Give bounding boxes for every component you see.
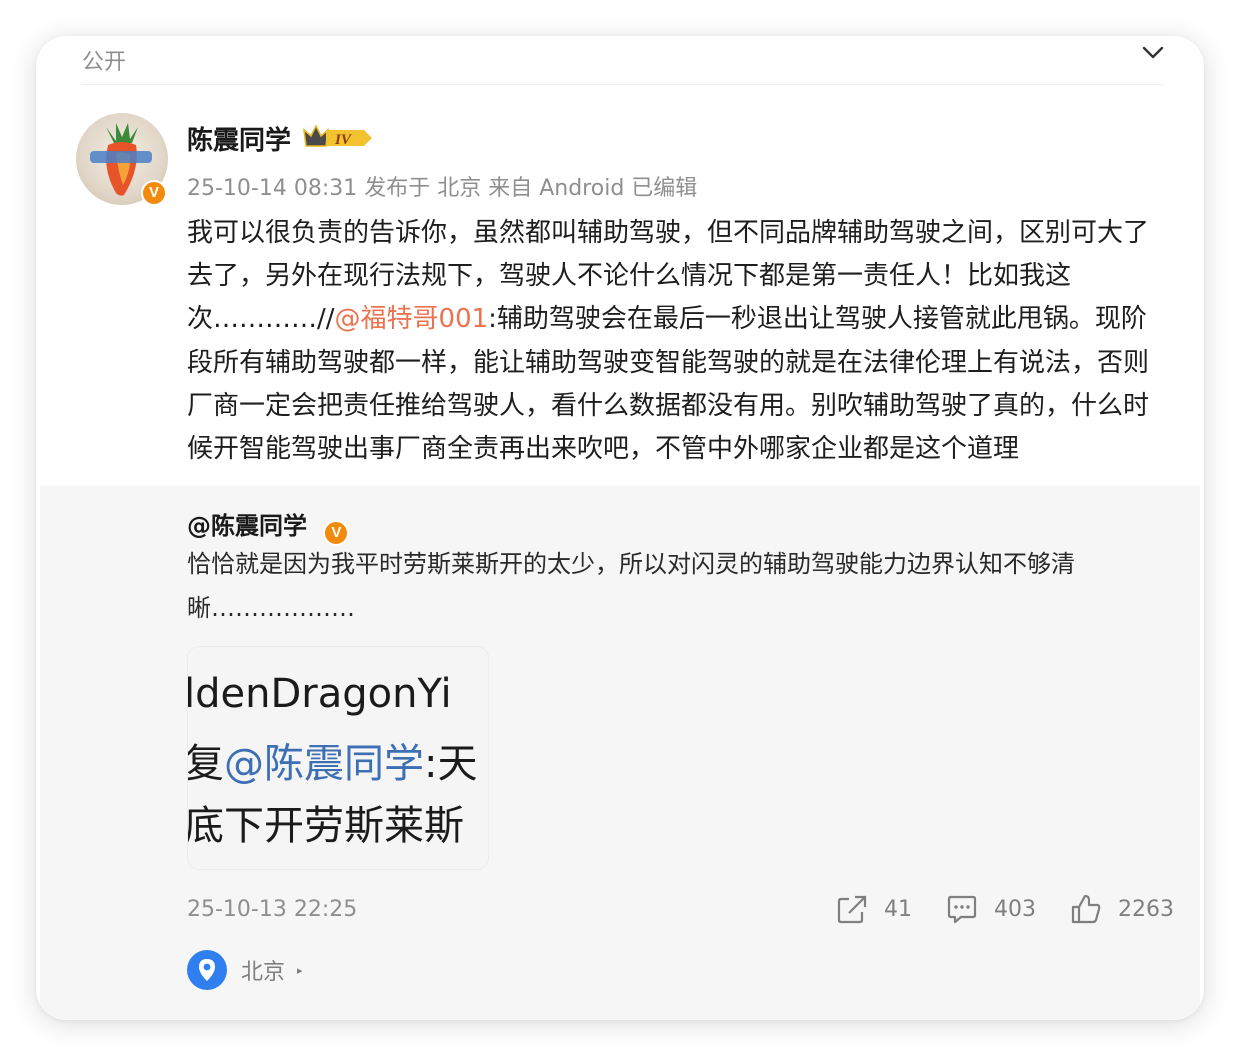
mention-link[interactable]: @福特哥001 — [335, 304, 489, 334]
retweet-image[interactable]: ldenDragonYi 复@陈震同学:天 底下开劳斯莱斯 — [187, 646, 489, 870]
repost-button[interactable]: 41 — [836, 892, 912, 926]
image-line-3: 底下开劳斯莱斯 — [187, 803, 464, 849]
location-pin-icon — [187, 950, 227, 990]
image-line-1: ldenDragonYi — [187, 671, 452, 717]
retweet-time: 25-10-13 22:25 — [187, 897, 358, 922]
thumbs-up-icon — [1071, 894, 1101, 924]
visibility-label: 公开 — [82, 50, 127, 75]
retweet-text: 恰恰就是因为我平时劳斯莱斯开的太少，所以对闪灵的辅助驾驶能力边界认知不够清晰……… — [187, 550, 1075, 622]
retweet-author[interactable]: @陈震同学 V — [187, 506, 350, 546]
image-line-2: 复@陈震同学:天 — [187, 741, 478, 787]
location-tag[interactable]: 北京 ▸ — [187, 950, 303, 990]
retweet-block[interactable]: @陈震同学 V 恰恰就是因为我平时劳斯莱斯开的太少，所以对闪灵的辅助驾驶能力边界… — [40, 486, 1200, 1020]
image-mention: @陈震同学 — [224, 741, 424, 787]
like-count: 2263 — [1118, 896, 1174, 922]
verified-badge-icon: V — [141, 180, 167, 206]
like-button[interactable]: 2263 — [1070, 892, 1174, 926]
caret-right-icon: ▸ — [297, 963, 303, 977]
location-label: 北京 — [241, 960, 286, 985]
share-icon — [837, 895, 867, 924]
comment-icon — [947, 895, 977, 924]
visibility-bar: 公开 — [82, 36, 1164, 85]
weibo-post-card: 公开 V 陈震同学 IV 25-10-14 08:31 发布于 北京 来自 An… — [36, 36, 1204, 1020]
post-text: 我可以很负责的告诉你，虽然都叫辅助驾驶，但不同品牌辅助驾驶之间，区别可大了去了，… — [187, 212, 1167, 471]
post-meta: 25-10-14 08:31 发布于 北京 来自 Android 已编辑 — [187, 176, 698, 201]
member-rank-crown-icon[interactable]: IV — [302, 124, 374, 152]
author-name[interactable]: 陈震同学 — [187, 120, 291, 157]
rank-label: IV — [334, 132, 353, 148]
chevron-down-icon[interactable] — [1142, 46, 1164, 60]
comment-count: 403 — [994, 896, 1036, 922]
retweet-author-name[interactable]: @陈震同学 — [187, 512, 307, 540]
comment-button[interactable]: 403 — [946, 892, 1036, 926]
repost-count: 41 — [884, 896, 912, 922]
